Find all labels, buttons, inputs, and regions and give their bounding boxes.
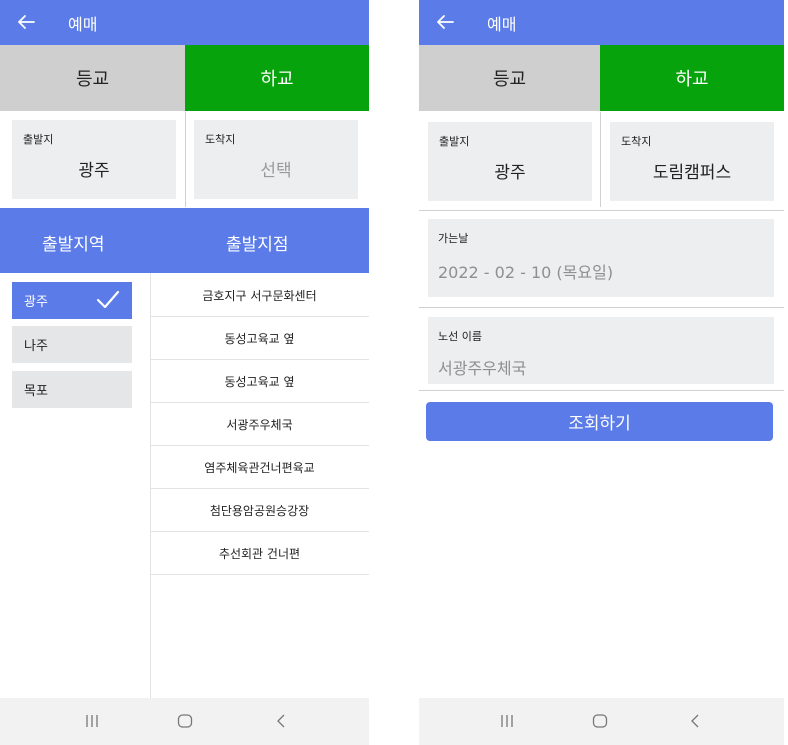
divider — [419, 210, 784, 211]
system-nav-bar — [0, 698, 369, 745]
arrival-value: 도림캠퍼스 — [652, 163, 732, 183]
route-label: 노선 이름 — [438, 330, 482, 343]
tab-school-commute[interactable]: 등교 — [0, 45, 185, 111]
tab-school-commute[interactable]: 등교 — [419, 45, 600, 111]
system-nav-bar — [419, 698, 784, 745]
divider — [419, 307, 784, 308]
arrival-box[interactable]: 도착지 선택 — [194, 120, 358, 199]
date-value: 2022 - 02 - 10 (목요일) — [438, 263, 614, 282]
check-icon — [96, 290, 120, 309]
chevron-left-icon[interactable] — [686, 712, 704, 730]
chevron-left-icon[interactable] — [272, 712, 290, 730]
route-name-field[interactable]: 노선 이름 서광주우체국 — [428, 317, 774, 384]
region-label: 광주 — [24, 295, 48, 310]
arrival-label: 도착지 — [621, 135, 652, 148]
picker-header: 출발지역 출발지점 — [0, 208, 369, 273]
departure-value: 광주 — [494, 163, 526, 183]
home-icon[interactable] — [591, 712, 609, 730]
date-label: 가는날 — [438, 232, 469, 245]
region-item-mokpo[interactable]: 목포 — [12, 371, 132, 408]
departure-label: 출발지 — [23, 133, 54, 146]
region-column-header: 출발지역 — [42, 235, 105, 255]
arrow-left-icon[interactable] — [14, 10, 38, 34]
arrival-value: 선택 — [260, 161, 292, 181]
stop-item[interactable]: 동성고육교 옆 — [150, 317, 369, 360]
departure-label: 출발지 — [439, 135, 470, 148]
arrival-box[interactable]: 도착지 도림캠퍼스 — [610, 122, 774, 201]
arrival-label: 도착지 — [205, 133, 236, 146]
page-title: 예매 — [487, 15, 517, 34]
stop-item[interactable]: 서광주우체국 — [150, 403, 369, 446]
left-screen: 예매 등교 하교 출발지 광주 도착지 선택 출발지역 출발지점 광주 나주 목… — [0, 0, 369, 745]
route-value: 서광주우체국 — [438, 359, 527, 378]
departure-value: 광주 — [78, 161, 110, 181]
recents-icon[interactable] — [83, 712, 101, 730]
stop-item[interactable]: 추선회관 건너편 — [150, 532, 369, 575]
region-label: 나주 — [24, 339, 48, 354]
departure-box[interactable]: 출발지 광주 — [428, 122, 592, 201]
divider — [600, 112, 601, 207]
region-label: 목포 — [24, 384, 48, 399]
tab-home-commute[interactable]: 하교 — [600, 45, 784, 111]
stop-item[interactable]: 동성고육교 옆 — [150, 360, 369, 403]
divider — [185, 112, 186, 207]
app-bar: 예매 — [0, 0, 369, 45]
recents-icon[interactable] — [498, 712, 516, 730]
home-icon[interactable] — [176, 712, 194, 730]
date-field[interactable]: 가는날 2022 - 02 - 10 (목요일) — [428, 219, 774, 297]
right-screen: 예매 등교 하교 출발지 광주 도착지 도림캠퍼스 가는날 2022 - 02 … — [419, 0, 784, 745]
search-button[interactable]: 조회하기 — [426, 402, 773, 441]
region-item-gwangju[interactable]: 광주 — [12, 282, 132, 319]
divider — [419, 390, 784, 391]
page-title: 예매 — [68, 15, 98, 34]
stop-item[interactable]: 첨단용암공원승강장 — [150, 489, 369, 532]
stop-item[interactable]: 금호지구 서구문화센터 — [150, 274, 369, 317]
tab-home-commute[interactable]: 하교 — [185, 45, 369, 111]
stop-column-header: 출발지점 — [226, 235, 289, 255]
app-bar: 예매 — [419, 0, 784, 45]
region-item-naju[interactable]: 나주 — [12, 326, 132, 363]
departure-box[interactable]: 출발지 광주 — [12, 120, 176, 199]
stop-item[interactable]: 염주체육관건너편육교 — [150, 446, 369, 489]
arrow-left-icon[interactable] — [433, 10, 457, 34]
